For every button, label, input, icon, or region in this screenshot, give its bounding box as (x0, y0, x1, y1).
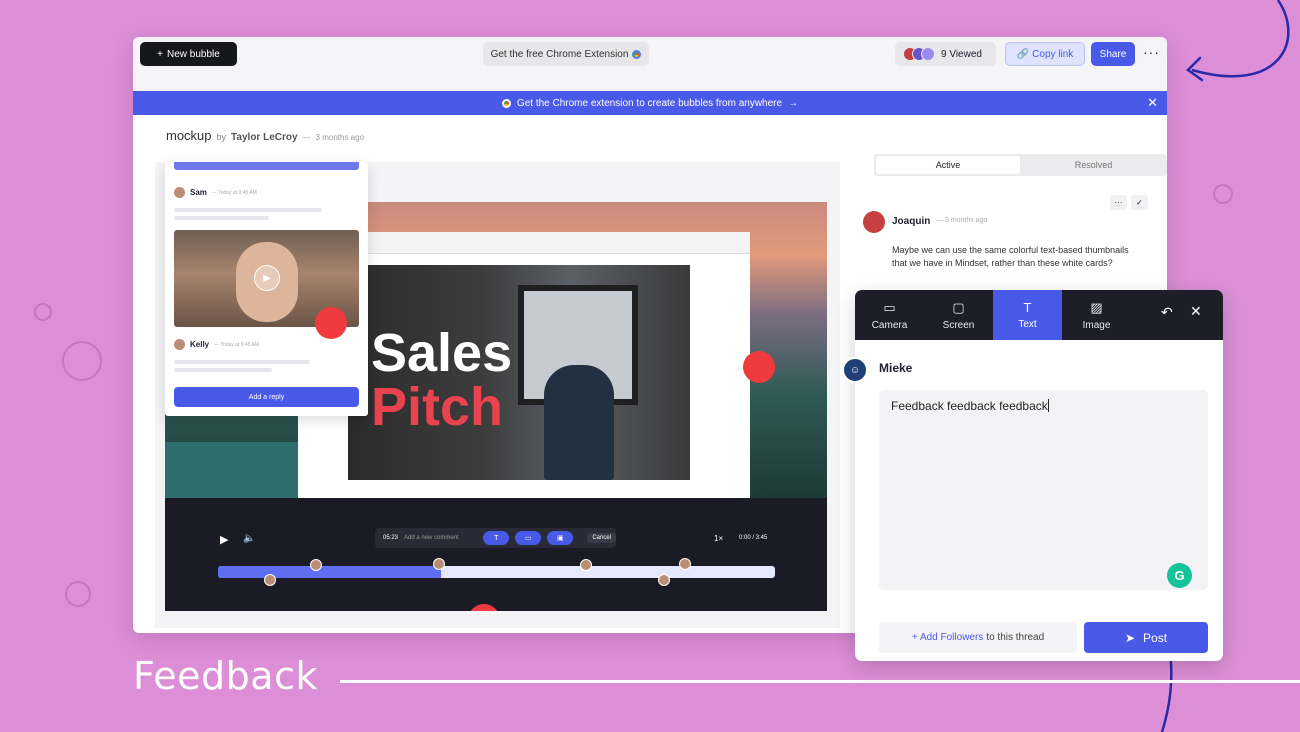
curved-arrow-top (1186, 0, 1290, 82)
slide-title-line2: Pitch (371, 377, 504, 437)
comment-input[interactable]: Add a new comment (404, 535, 459, 541)
annotation-marker[interactable] (315, 307, 347, 339)
timeline-comment-avatar[interactable] (264, 574, 276, 586)
comment-time: 05:23 (383, 535, 399, 541)
reply-composer: ▭ Camera ▢ Screen T Text ▨ Image ↶ ✕ Mie… (855, 290, 1223, 661)
chrome-extension-button[interactable]: Get the free Chrome Extension (483, 42, 649, 66)
comment-author: Kelly — Today at 9:45 AM (174, 339, 259, 350)
share-button[interactable]: Share (1091, 42, 1135, 66)
resolve-check-icon[interactable]: ✓ (1131, 195, 1148, 210)
slide-title-line1: Sales (371, 323, 513, 383)
tab-resolved[interactable]: Resolved (1022, 156, 1165, 174)
avatar (921, 47, 935, 61)
camera-comment-icon[interactable]: ▭ (515, 531, 542, 545)
viewers-button[interactable]: 9 Viewed (895, 42, 996, 66)
volume-icon[interactable]: 🔈 (243, 533, 255, 544)
decor-circle (1213, 184, 1233, 204)
timeline-comment-avatar[interactable] (310, 559, 322, 571)
timeline-comment-avatar[interactable] (433, 558, 445, 570)
time-display: 0:00 / 3:45 (739, 535, 768, 541)
avatar (863, 211, 885, 233)
timeline-comment-avatar[interactable] (679, 558, 691, 570)
brand-logo: FRAMEN (659, 485, 705, 494)
comment-author-name: Joaquin (892, 216, 931, 227)
post-button[interactable]: ➤ Post (1084, 622, 1208, 653)
text-placeholder (174, 360, 310, 364)
new-bubble-button[interactable]: + New bubble (140, 42, 237, 66)
person-graphic (544, 365, 614, 480)
timeline-comment-avatar[interactable] (580, 559, 592, 571)
add-followers-button[interactable]: + Add Followers to this thread (879, 622, 1077, 653)
play-icon[interactable]: ▶ (254, 265, 280, 291)
extension-banner[interactable]: Get the Chrome extension to create bubbl… (133, 91, 1167, 115)
tab-image[interactable]: ▨ Image (1062, 290, 1131, 340)
decor-circle (62, 341, 102, 381)
chrome-icon (632, 49, 642, 59)
avatar (174, 339, 185, 350)
divider-line (340, 680, 1300, 683)
comment-text: Maybe we can use the same colorful text-… (892, 245, 1129, 268)
text-placeholder (174, 208, 322, 212)
send-icon: ➤ (1124, 630, 1136, 645)
text-icon: T (1023, 300, 1032, 315)
timeline-scrubber[interactable] (218, 566, 775, 578)
bubble-title: mockup (166, 128, 212, 143)
text-placeholder (174, 216, 269, 220)
bubble-meta: mockup by Taylor LeCroy — 3 months ago (166, 128, 365, 143)
scenery (165, 442, 299, 498)
decor-circle (34, 303, 52, 321)
comment-timestamp: — 3 months ago (936, 217, 988, 224)
annotation-marker[interactable] (743, 351, 775, 383)
link-icon: 🔗 (1016, 48, 1030, 60)
timeline-progress (218, 566, 441, 578)
composer-mode-tabs: ▭ Camera ▢ Screen T Text ▨ Image ↶ ✕ (855, 290, 1223, 340)
play-icon[interactable]: ▶ (220, 533, 228, 546)
timeline-comment-avatar[interactable] (658, 574, 670, 586)
comment-card: ··· ✓ Joaquin — 3 months ago Maybe we ca… (863, 187, 1157, 297)
screen-icon: ▢ (952, 299, 965, 315)
chrome-icon (501, 98, 511, 108)
timestamp: 3 months ago (315, 133, 365, 142)
feedback-title: Feedback (133, 654, 318, 698)
text-caret (1047, 399, 1049, 412)
text-placeholder (174, 368, 272, 372)
text-comment-icon[interactable]: T (483, 531, 510, 545)
more-options-icon[interactable]: ··· (1143, 44, 1160, 60)
comment-composer[interactable]: 05:23 Add a new comment T ▭ ▣ Cancel (375, 528, 616, 548)
tab-camera[interactable]: ▭ Camera (855, 290, 924, 340)
tab-text[interactable]: T Text (993, 290, 1062, 340)
card-header (174, 162, 359, 170)
cancel-button[interactable]: Cancel (587, 533, 616, 543)
image-icon: ▨ (1090, 299, 1103, 315)
copy-link-button[interactable]: 🔗 Copy link (1005, 42, 1085, 66)
composer-user-name: Mieke (879, 361, 913, 375)
plus-icon: + (157, 48, 164, 60)
undo-icon[interactable]: ↶ (1161, 304, 1173, 321)
tab-screen[interactable]: ▢ Screen (924, 290, 993, 340)
playback-speed[interactable]: 1× (714, 534, 723, 543)
grammarly-icon[interactable]: G (1167, 563, 1192, 588)
close-icon[interactable]: ✕ (1147, 95, 1158, 111)
comment-author: Sam — Today at 9:45 AM (174, 187, 257, 198)
avatar: ☺ (842, 357, 868, 383)
thread-tabs: Active Resolved (874, 154, 1167, 176)
author-name[interactable]: Taylor LeCroy (231, 132, 298, 143)
reply-text-input[interactable]: Feedback feedback feedback (879, 390, 1208, 590)
tab-active[interactable]: Active (876, 156, 1020, 174)
arrow-right-icon: → (788, 97, 799, 109)
decor-circle (65, 581, 91, 607)
avatar (174, 187, 185, 198)
screen-comment-icon[interactable]: ▣ (547, 531, 574, 545)
camera-icon: ▭ (883, 299, 896, 315)
close-icon[interactable]: ✕ (1190, 303, 1202, 320)
more-icon[interactable]: ··· (1110, 195, 1127, 210)
add-reply-button[interactable]: Add a reply (174, 387, 359, 407)
comment-actions: ··· ✓ (1110, 195, 1148, 210)
player-controls: ▶ 🔈 05:23 Add a new comment T ▭ ▣ Cancel… (165, 498, 827, 611)
comment-thread-card: Sam — Today at 9:45 AM ▶ Kelly — Today a… (165, 162, 368, 416)
viewer-avatars (903, 47, 935, 61)
top-toolbar: + New bubble Get the free Chrome Extensi… (133, 37, 1167, 91)
